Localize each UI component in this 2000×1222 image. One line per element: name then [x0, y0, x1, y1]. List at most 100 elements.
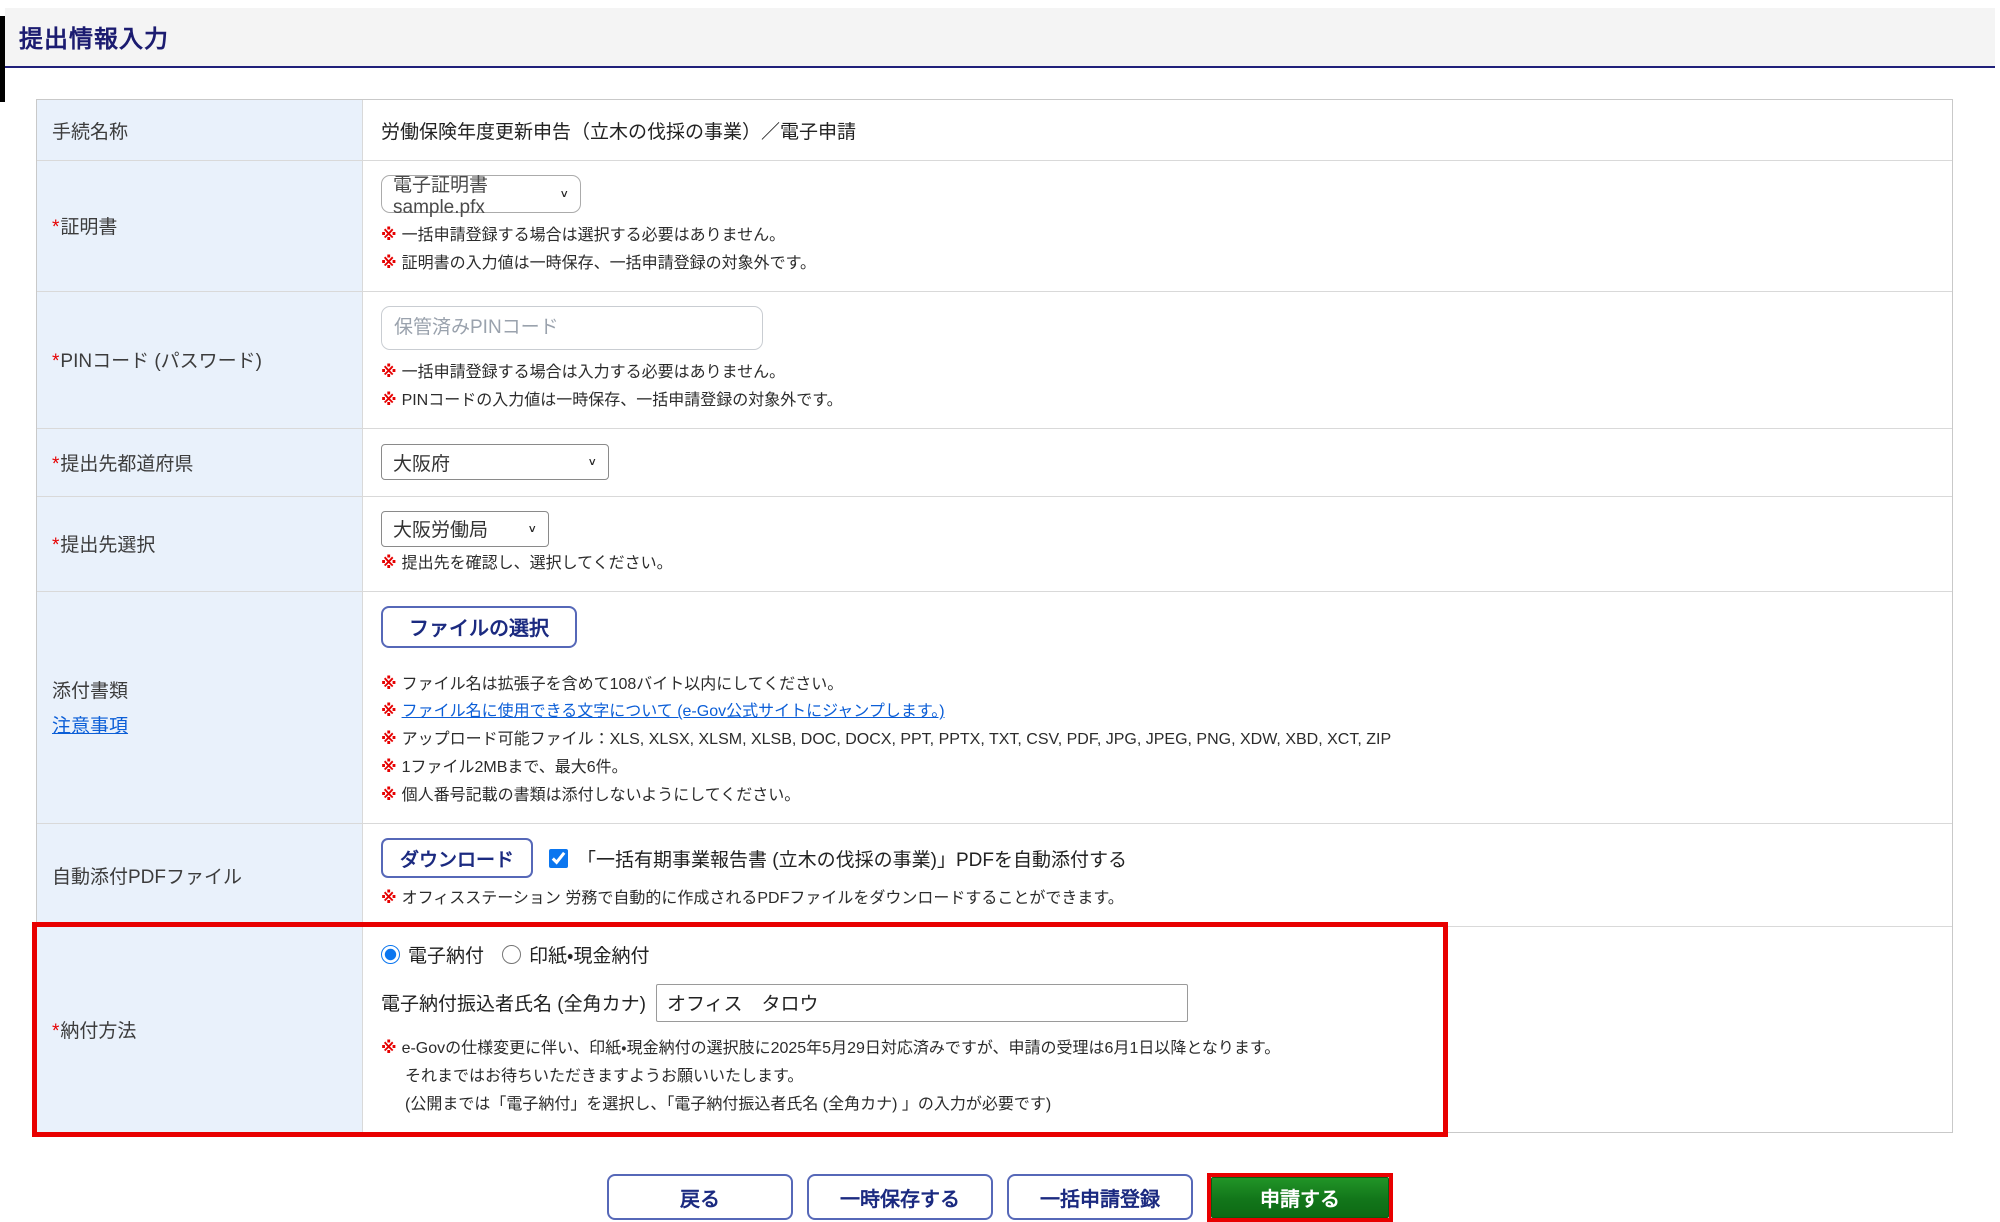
electronic-payment-radio[interactable] — [381, 945, 400, 964]
procedure-value-text: 労働保険年度更新申告（立木の伐採の事業）／電子申請 — [381, 117, 1934, 144]
note-line: ※ファイル名に使用できる文字について (e-Gov公式サイトにジャンプします。) — [381, 699, 1934, 725]
page-title: 提出情報入力 — [19, 19, 1981, 54]
note-marker-icon: ※ — [381, 699, 397, 725]
stamp-cash-payment-radio[interactable] — [502, 945, 521, 964]
office-select-notes: ※提出先を確認し、選択してください。 — [381, 551, 1934, 577]
prefecture-select-value: 大阪府 — [393, 449, 450, 476]
note-line: ※オフィスステーション 労務で自動的に作成されるPDFファイルをダウンロードする… — [381, 886, 1934, 912]
note-text: (公開までは「電子納付」を選択し、「電子納付振込者氏名 (全角カナ) 」の入力が… — [405, 1092, 1051, 1118]
file-select-button[interactable]: ファイルの選択 — [381, 606, 577, 648]
note-line: ※ファイル名は拡張子を含めて108バイト以内にしてください。 — [381, 672, 1934, 698]
note-marker-icon: ※ — [381, 551, 397, 577]
required-marker: * — [52, 535, 59, 556]
chevron-down-icon: ∨ — [587, 456, 597, 469]
label-text: 納付方法 — [60, 1021, 136, 1042]
pin-code-content: ※一括申請登録する場合は入力する必要はありません。※PINコードの入力値は一時保… — [363, 292, 1952, 428]
note-line: ※個人番号記載の書類は添付しないようにしてください。 — [381, 783, 1934, 809]
prefecture-select[interactable]: 大阪府 ∨ — [381, 444, 609, 480]
label-text: 証明書 — [60, 217, 117, 238]
note-marker-icon: ※ — [381, 251, 397, 277]
note-marker-icon: ※ — [381, 1036, 397, 1062]
header-divider — [5, 66, 1995, 68]
temp-save-button[interactable]: 一時保存する — [807, 1174, 993, 1220]
row-attachments: 添付書類 注意事項 ファイルの選択 ※ファイル名は拡張子を含めて108バイト以内… — [37, 591, 1952, 824]
note-line: ※1ファイル2MBまで、最大6件。 — [381, 755, 1934, 781]
note-line: ※アップロード可能ファイル：XLS, XLSX, XLSM, XLSB, DOC… — [381, 727, 1934, 753]
note-text: アップロード可能ファイル：XLS, XLSX, XLSM, XLSB, DOC,… — [402, 727, 1392, 753]
note-text: PINコードの入力値は一時保存、一括申請登録の対象外です。 — [402, 388, 843, 414]
payment-notes: ※e-Govの仕様変更に伴い、印紙・現金納付の選択肢に2025年5月29日対応済… — [381, 1036, 1934, 1118]
pin-code-notes: ※一括申請登録する場合は入力する必要はありません。※PINコードの入力値は一時保… — [381, 360, 1934, 414]
submit-button[interactable]: 申請する — [1211, 1177, 1389, 1218]
download-button[interactable]: ダウンロード — [381, 838, 533, 878]
attachments-notes: ※ファイル名は拡張子を含めて108バイト以内にしてください。※ファイル名に使用で… — [381, 672, 1934, 810]
required-marker: * — [52, 217, 59, 238]
label-text: 手続名称 — [52, 122, 128, 143]
payer-name-input[interactable] — [656, 984, 1188, 1022]
pin-code-input[interactable] — [381, 306, 763, 350]
note-text: オフィスステーション 労務で自動的に作成されるPDFファイルをダウンロードするこ… — [402, 886, 1124, 912]
office-select[interactable]: 大阪労働局 ∨ — [381, 511, 549, 547]
note-line: (公開までは「電子納付」を選択し、「電子納付振込者氏名 (全角カナ) 」の入力が… — [381, 1092, 1934, 1118]
auto-attach-checkbox[interactable] — [549, 849, 568, 868]
payment-method-label: *納付方法 — [37, 927, 363, 1132]
note-marker-icon: ※ — [381, 672, 397, 698]
note-link[interactable]: ファイル名に使用できる文字について (e-Gov公式サイトにジャンプします。) — [402, 699, 945, 725]
certificate-notes: ※一括申請登録する場合は選択する必要はありません。※証明書の入力値は一時保存、一… — [381, 223, 1934, 277]
note-text: 提出先を確認し、選択してください。 — [402, 551, 673, 577]
procedure-name-label: 手続名称 — [37, 100, 363, 160]
note-line: ※PINコードの入力値は一時保存、一括申請登録の対象外です。 — [381, 388, 1934, 414]
required-marker: * — [52, 351, 59, 372]
label-text: PINコード (パスワード) — [60, 351, 262, 372]
note-marker-icon: ※ — [381, 783, 397, 809]
page-header: 提出情報入力 — [5, 8, 1995, 66]
note-line: ※一括申請登録する場合は入力する必要はありません。 — [381, 360, 1934, 386]
left-edge-bar — [0, 16, 5, 102]
note-marker-icon: ※ — [381, 727, 397, 753]
row-payment-method: *納付方法 電子納付 印紙・現金納付 電子納付振込者氏名 (全角カナ) ※e-G… — [37, 926, 1952, 1132]
row-auto-pdf: 自動添付PDFファイル ダウンロード 「一括有期事業報告書 (立木の伐採の事業)… — [37, 823, 1952, 926]
label-text: 添付書類 — [52, 676, 350, 703]
note-marker-icon: ※ — [381, 388, 397, 414]
row-certificate: *証明書 電子証明書sample.pfx ∨ ※一括申請登録する場合は選択する必… — [37, 160, 1952, 291]
payer-name-label: 電子納付振込者氏名 (全角カナ) — [381, 989, 646, 1016]
batch-register-button[interactable]: 一括申請登録 — [1007, 1174, 1193, 1220]
note-line: ※提出先を確認し、選択してください。 — [381, 551, 1934, 577]
submission-form-table: 手続名称 労働保険年度更新申告（立木の伐採の事業）／電子申請 *証明書 電子証明… — [36, 99, 1953, 1133]
note-text: e-Govの仕様変更に伴い、印紙・現金納付の選択肢に2025年5月29日対応済み… — [402, 1036, 1281, 1062]
auto-pdf-label: 自動添付PDFファイル — [37, 824, 363, 926]
note-line: ※証明書の入力値は一時保存、一括申請登録の対象外です。 — [381, 251, 1934, 277]
note-text: 個人番号記載の書類は添付しないようにしてください。 — [402, 783, 801, 809]
note-text: 一括申請登録する場合は入力する必要はありません。 — [402, 360, 786, 386]
procedure-name-value: 労働保険年度更新申告（立木の伐採の事業）／電子申請 — [363, 100, 1952, 160]
certificate-select-value: 電子証明書sample.pfx — [393, 170, 549, 219]
note-text: ファイル名は拡張子を含めて108バイト以内にしてください。 — [402, 672, 844, 698]
note-line: ※一括申請登録する場合は選択する必要はありません。 — [381, 223, 1934, 249]
note-text: 証明書の入力値は一時保存、一括申請登録の対象外です。 — [402, 251, 816, 277]
required-marker: * — [52, 1021, 59, 1042]
footer-actions: 戻る 一時保存する 一括申請登録 申請する — [0, 1173, 2000, 1222]
attachments-content: ファイルの選択 ※ファイル名は拡張子を含めて108バイト以内にしてください。※フ… — [363, 592, 1952, 824]
note-text: 1ファイル2MBまで、最大6件。 — [402, 755, 628, 781]
prefecture-label: *提出先都道府県 — [37, 429, 363, 496]
prefecture-content: 大阪府 ∨ — [363, 429, 1952, 496]
attachment-notice-link[interactable]: 注意事項 — [52, 711, 128, 738]
certificate-content: 電子証明書sample.pfx ∨ ※一括申請登録する場合は選択する必要はありま… — [363, 161, 1952, 291]
electronic-payment-radio-label[interactable]: 電子納付 — [408, 941, 484, 968]
label-text: 自動添付PDFファイル — [52, 862, 350, 889]
note-marker-icon: ※ — [381, 360, 397, 386]
chevron-down-icon: ∨ — [527, 522, 537, 535]
auto-attach-checkbox-label: 「一括有期事業報告書 (立木の伐採の事業)」PDFを自動添付する — [577, 845, 1127, 872]
auto-pdf-notes: ※オフィスステーション 労務で自動的に作成されるPDFファイルをダウンロードする… — [381, 886, 1934, 912]
note-line: ※e-Govの仕様変更に伴い、印紙・現金納付の選択肢に2025年5月29日対応済… — [381, 1036, 1934, 1062]
label-text: 提出先選択 — [60, 535, 155, 556]
back-button[interactable]: 戻る — [607, 1174, 793, 1220]
row-prefecture: *提出先都道府県 大阪府 ∨ — [37, 428, 1952, 496]
certificate-select[interactable]: 電子証明書sample.pfx ∨ — [381, 175, 581, 213]
stamp-cash-payment-radio-label[interactable]: 印紙・現金納付 — [529, 941, 649, 968]
auto-pdf-content: ダウンロード 「一括有期事業報告書 (立木の伐採の事業)」PDFを自動添付する … — [363, 824, 1952, 926]
note-marker-icon: ※ — [381, 223, 397, 249]
note-marker-icon: ※ — [381, 755, 397, 781]
pin-code-label: *PINコード (パスワード) — [37, 292, 363, 428]
note-text: それまではお待ちいただきますようお願いいたします。 — [405, 1064, 803, 1090]
